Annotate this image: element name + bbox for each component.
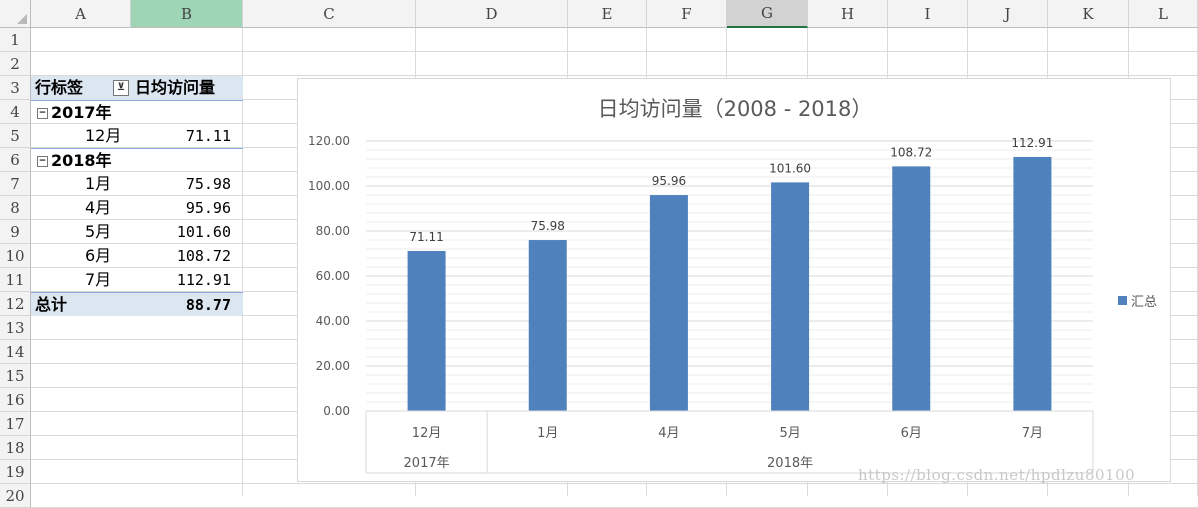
pivot-value-header: 日均访问量 xyxy=(131,76,243,100)
bar xyxy=(407,251,446,411)
column-header-h[interactable]: H xyxy=(808,0,888,28)
pivot-month-value: 108.72 xyxy=(176,247,231,265)
row-header-3[interactable]: 3 xyxy=(0,76,31,100)
pivot-total-value: 88.77 xyxy=(131,292,243,316)
row-header-4[interactable]: 4 xyxy=(0,100,31,124)
pivot-month-value: 95.96 xyxy=(185,199,231,217)
x-category-label: 7月 xyxy=(1022,426,1043,441)
pivot-month-label: 12月 xyxy=(85,126,122,145)
row-header-13[interactable]: 13 xyxy=(0,316,31,340)
pivot-month-label: 5月 xyxy=(85,222,112,241)
pivot-month-value: 112.91 xyxy=(176,271,231,289)
x-category-label: 5月 xyxy=(779,426,800,441)
row-header-18[interactable]: 18 xyxy=(0,436,31,460)
y-tick-label: 40.00 xyxy=(316,314,350,328)
chart-legend: 汇总 xyxy=(1118,291,1157,310)
data-label: 108.72 xyxy=(890,145,932,159)
row-header-8[interactable]: 8 xyxy=(0,196,31,220)
x-category-label: 12月 xyxy=(412,426,442,441)
row-header-15[interactable]: 15 xyxy=(0,364,31,388)
bar xyxy=(649,195,688,411)
bar-chart[interactable]: 日均访问量（2008 - 2018） 0.00 20.00 40.00 60.00 80… xyxy=(297,78,1171,482)
pivot-month-value: 101.60 xyxy=(176,223,231,241)
filter-dropdown-icon[interactable]: ⊻ xyxy=(113,80,129,96)
column-header-k[interactable]: K xyxy=(1048,0,1129,28)
pivot-month-label: 4月 xyxy=(85,198,112,217)
row-header-10[interactable]: 10 xyxy=(0,244,31,268)
data-label: 75.98 xyxy=(531,219,565,233)
select-all-corner[interactable] xyxy=(0,0,31,28)
y-tick-label: 60.00 xyxy=(316,269,350,283)
row-header-11[interactable]: 11 xyxy=(0,268,31,292)
bar xyxy=(771,182,810,411)
data-label: 112.91 xyxy=(1011,136,1053,150)
data-label: 101.60 xyxy=(769,161,811,175)
row-header-5[interactable]: 5 xyxy=(0,124,31,148)
pivot-row-label-header: 行标签 ⊻ xyxy=(31,76,131,100)
x-category-label: 4月 xyxy=(658,426,679,441)
x-group-label: 2018年 xyxy=(767,456,813,471)
group-label: 2017年 xyxy=(51,103,112,122)
pivot-month-label: 1月 xyxy=(85,174,112,193)
y-tick-label: 80.00 xyxy=(316,224,350,238)
legend-swatch xyxy=(1118,296,1127,305)
data-label: 71.11 xyxy=(409,230,443,244)
legend-label: 汇总 xyxy=(1131,295,1158,310)
watermark-text: https://blog.csdn.net/hpdlzu80100 xyxy=(858,466,1136,484)
column-header-g[interactable]: G xyxy=(727,0,808,28)
pivot-group-row[interactable]: −2018年 xyxy=(31,148,243,172)
collapse-icon[interactable]: − xyxy=(37,156,48,167)
row-header-16[interactable]: 16 xyxy=(0,388,31,412)
y-tick-label: 20.00 xyxy=(316,359,350,373)
y-tick-label: 120.00 xyxy=(308,134,350,148)
bar xyxy=(892,166,931,411)
row-header-12[interactable]: 12 xyxy=(0,292,31,316)
x-category-label: 6月 xyxy=(901,426,922,441)
column-header-j[interactable]: J xyxy=(968,0,1048,28)
column-header-e[interactable]: E xyxy=(568,0,647,28)
chart-plot: 0.00 20.00 40.00 60.00 80.00 100.00 120.00 71.1… xyxy=(308,134,1094,474)
row-header-1[interactable]: 1 xyxy=(0,28,31,52)
column-header-l[interactable]: L xyxy=(1129,0,1198,28)
gridline-horizontal xyxy=(31,51,1198,52)
pivot-month-label: 6月 xyxy=(85,246,112,265)
row-header-6[interactable]: 6 xyxy=(0,148,31,172)
row-header-2[interactable]: 2 xyxy=(0,52,31,76)
row-header-9[interactable]: 9 xyxy=(0,220,31,244)
row-label-text: 行标签 xyxy=(35,78,84,97)
row-header-7[interactable]: 7 xyxy=(0,172,31,196)
y-tick-label: 0.00 xyxy=(323,404,350,418)
pivot-group-row[interactable]: −2017年 xyxy=(31,100,243,124)
pivot-month-value: 71.11 xyxy=(185,127,231,145)
x-category-label: 1月 xyxy=(537,426,558,441)
pivot-month-label: 7月 xyxy=(85,270,112,289)
row-header-20[interactable]: 20 xyxy=(0,484,31,508)
y-tick-label: 100.00 xyxy=(308,179,350,193)
row-header-17[interactable]: 17 xyxy=(0,412,31,436)
bar xyxy=(528,240,567,411)
row-header-14[interactable]: 14 xyxy=(0,340,31,364)
bar xyxy=(1013,156,1052,411)
column-header-a[interactable]: A xyxy=(31,0,131,28)
pivot-total-label: 总计 xyxy=(31,292,131,316)
column-header-f[interactable]: F xyxy=(647,0,727,28)
column-header-d[interactable]: D xyxy=(416,0,568,28)
collapse-icon[interactable]: − xyxy=(37,108,48,119)
pivot-month-value: 75.98 xyxy=(185,175,231,193)
row-header-19[interactable]: 19 xyxy=(0,460,31,484)
data-label: 95.96 xyxy=(652,174,686,188)
column-header-c[interactable]: C xyxy=(243,0,416,28)
x-group-label: 2017年 xyxy=(404,456,450,471)
column-header-i[interactable]: I xyxy=(888,0,968,28)
group-label: 2018年 xyxy=(51,151,112,170)
column-header-b[interactable]: B xyxy=(131,0,243,28)
